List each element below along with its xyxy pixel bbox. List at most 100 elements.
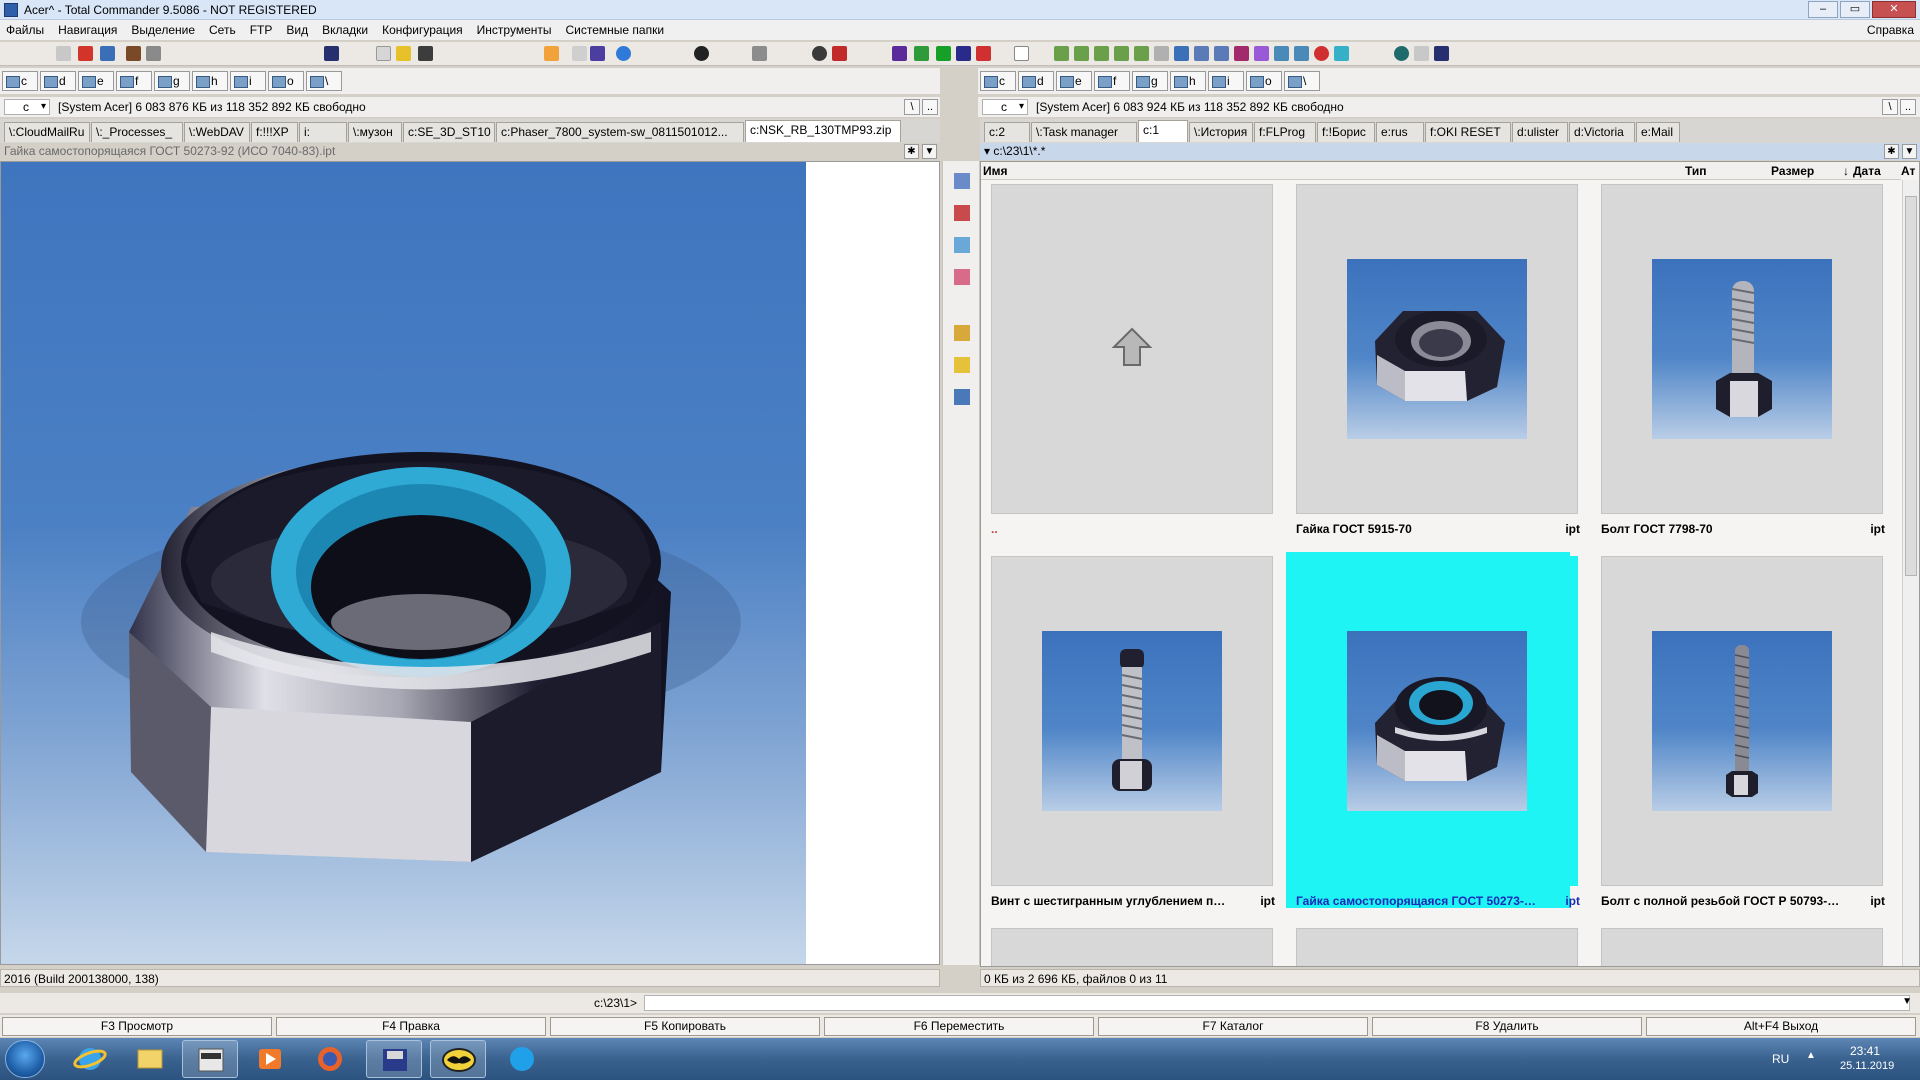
browser-icon[interactable] <box>616 46 631 61</box>
skype-icon[interactable] <box>494 1040 550 1078</box>
right-drive-h[interactable]: h <box>1170 71 1206 91</box>
right-tab-history[interactable]: \:История <box>1189 122 1253 142</box>
right-tab-flprog[interactable]: f:FLProg <box>1254 122 1316 142</box>
left-history-dropdown[interactable]: ▼ <box>922 144 937 159</box>
right-drive-c[interactable]: c <box>980 71 1016 91</box>
left-viewer[interactable] <box>0 161 940 965</box>
right-tab-boris[interactable]: f:!Борис <box>1317 122 1375 142</box>
view-icon[interactable] <box>954 173 970 189</box>
restore-button[interactable]: ▭ <box>1840 1 1870 18</box>
find-icon[interactable] <box>954 389 970 405</box>
left-up-button[interactable]: .. <box>922 99 938 115</box>
right-tab-task-manager[interactable]: \:Task manager <box>1031 122 1137 142</box>
right-tab-c1[interactable]: c:1 <box>1138 120 1188 142</box>
app-icon-13[interactable] <box>1414 46 1429 61</box>
left-drive-combo[interactable]: c <box>4 99 50 115</box>
left-drive-o[interactable]: o <box>268 71 304 91</box>
tree-icon-3[interactable] <box>1094 46 1109 61</box>
left-drive-g[interactable]: g <box>154 71 190 91</box>
app-icon-6[interactable] <box>976 46 991 61</box>
vertical-scrollbar[interactable] <box>1902 180 1919 966</box>
left-tab-muzon[interactable]: \:музон <box>348 122 402 142</box>
app-icon-11[interactable] <box>1314 46 1329 61</box>
archive-icon[interactable] <box>126 46 141 61</box>
right-tab-rus[interactable]: e:rus <box>1376 122 1424 142</box>
column-name[interactable]: Имя <box>983 162 1008 180</box>
file-item-partial-1[interactable] <box>981 924 1273 966</box>
command-history-dropdown[interactable]: ▼ <box>1902 996 1912 1007</box>
search-icon[interactable] <box>1154 46 1169 61</box>
file-item-lock-nut[interactable]: Гайка самостопорящаяся ГОСТ 50273-92 (И.… <box>1286 552 1580 908</box>
f6-move-button[interactable]: F6 Переместить <box>824 1017 1094 1036</box>
menu-selection[interactable]: Выделение <box>124 23 202 37</box>
app-icon-5[interactable] <box>956 46 971 61</box>
clock-date[interactable]: 25.11.2019 <box>1840 1060 1894 1072</box>
right-path-bar[interactable]: ▾ c:\23\1\*.* ✱ ▼ <box>980 143 1920 160</box>
left-tab-phaser[interactable]: c:Phaser_7800_system-sw_0811501012... <box>496 122 744 142</box>
app-icon-7[interactable] <box>1234 46 1249 61</box>
right-drive-o[interactable]: o <box>1246 71 1282 91</box>
menu-view[interactable]: Вид <box>279 23 315 37</box>
menu-files[interactable]: Файлы <box>0 23 51 37</box>
file-item-full-thread-bolt[interactable]: Болт с полной резьбой ГОСТ Р 50793-95 (И… <box>1591 552 1885 908</box>
minimize-button[interactable]: – <box>1808 1 1838 18</box>
left-tab-xp[interactable]: f:!!!XP <box>251 122 298 142</box>
left-drive-c[interactable]: c <box>2 71 38 91</box>
start-button[interactable] <box>5 1040 45 1078</box>
ie-icon[interactable] <box>62 1040 118 1078</box>
new-folder-icon[interactable] <box>954 357 970 373</box>
alt-f4-exit-button[interactable]: Alt+F4 Выход <box>1646 1017 1916 1036</box>
plus-icon[interactable] <box>936 46 951 61</box>
menu-ftp[interactable]: FTP <box>243 23 280 37</box>
f8-delete-button[interactable]: F8 Удалить <box>1372 1017 1642 1036</box>
app-icon-2[interactable] <box>832 46 847 61</box>
file-item-socket-screw[interactable]: Винт с шестигранным углублением под клю.… <box>981 552 1275 908</box>
column-type[interactable]: Тип <box>1685 162 1707 180</box>
right-star-button[interactable]: ✱ <box>1884 144 1899 159</box>
f3-view-button[interactable]: F3 Просмотр <box>2 1017 272 1036</box>
tree-icon-1[interactable] <box>1054 46 1069 61</box>
batman-icon[interactable] <box>430 1040 486 1078</box>
app-icon-4[interactable] <box>914 46 929 61</box>
document-icon[interactable] <box>376 46 391 61</box>
tool-icon[interactable] <box>572 46 587 61</box>
right-drive-d[interactable]: d <box>1018 71 1054 91</box>
right-history-dropdown[interactable]: ▼ <box>1902 144 1917 159</box>
left-tab-cloudmailru[interactable]: \:CloudMailRu <box>4 122 90 142</box>
sync-icon[interactable] <box>1214 46 1229 61</box>
right-drive-e[interactable]: e <box>1056 71 1092 91</box>
menu-tabs[interactable]: Вкладки <box>315 23 375 37</box>
right-drive-f[interactable]: f <box>1094 71 1130 91</box>
right-tab-ulister[interactable]: d:ulister <box>1512 122 1568 142</box>
app-icon-1[interactable] <box>812 46 827 61</box>
firefox-icon[interactable] <box>302 1040 358 1078</box>
file-item-partial-3[interactable] <box>1591 924 1883 966</box>
edit-icon[interactable] <box>954 205 970 221</box>
save-icon[interactable] <box>324 46 339 61</box>
left-drive-d[interactable]: d <box>40 71 76 91</box>
left-tab-i[interactable]: i: <box>299 122 347 142</box>
right-drive-combo[interactable]: c <box>982 99 1028 115</box>
menu-system-folders[interactable]: Системные папки <box>559 23 672 37</box>
shortcut-icon[interactable] <box>590 46 605 61</box>
printer-icon[interactable] <box>146 46 161 61</box>
new-file-icon[interactable] <box>1014 46 1029 61</box>
f7-mkdir-button[interactable]: F7 Каталог <box>1098 1017 1368 1036</box>
left-tab-webdav[interactable]: \:WebDAV <box>184 122 250 142</box>
column-date[interactable]: Дата <box>1853 162 1881 180</box>
left-drive-i[interactable]: i <box>230 71 266 91</box>
left-root-button[interactable]: \ <box>904 99 920 115</box>
tree-icon-4[interactable] <box>1114 46 1129 61</box>
tree-icon-2[interactable] <box>1074 46 1089 61</box>
left-star-button[interactable]: ✱ <box>904 144 919 159</box>
right-drive-network[interactable]: \ <box>1284 71 1320 91</box>
menu-network[interactable]: Сеть <box>202 23 243 37</box>
left-drive-h[interactable]: h <box>192 71 228 91</box>
refresh-icon[interactable] <box>56 46 71 61</box>
notes-icon[interactable] <box>396 46 411 61</box>
language-indicator[interactable]: RU <box>1772 1052 1789 1066</box>
left-path-bar[interactable]: Гайка самостопорящаяся ГОСТ 50273-92 (ИС… <box>0 143 940 160</box>
column-size[interactable]: Размер <box>1771 162 1814 180</box>
tree-icon-5[interactable] <box>1134 46 1149 61</box>
clock-icon[interactable] <box>694 46 709 61</box>
